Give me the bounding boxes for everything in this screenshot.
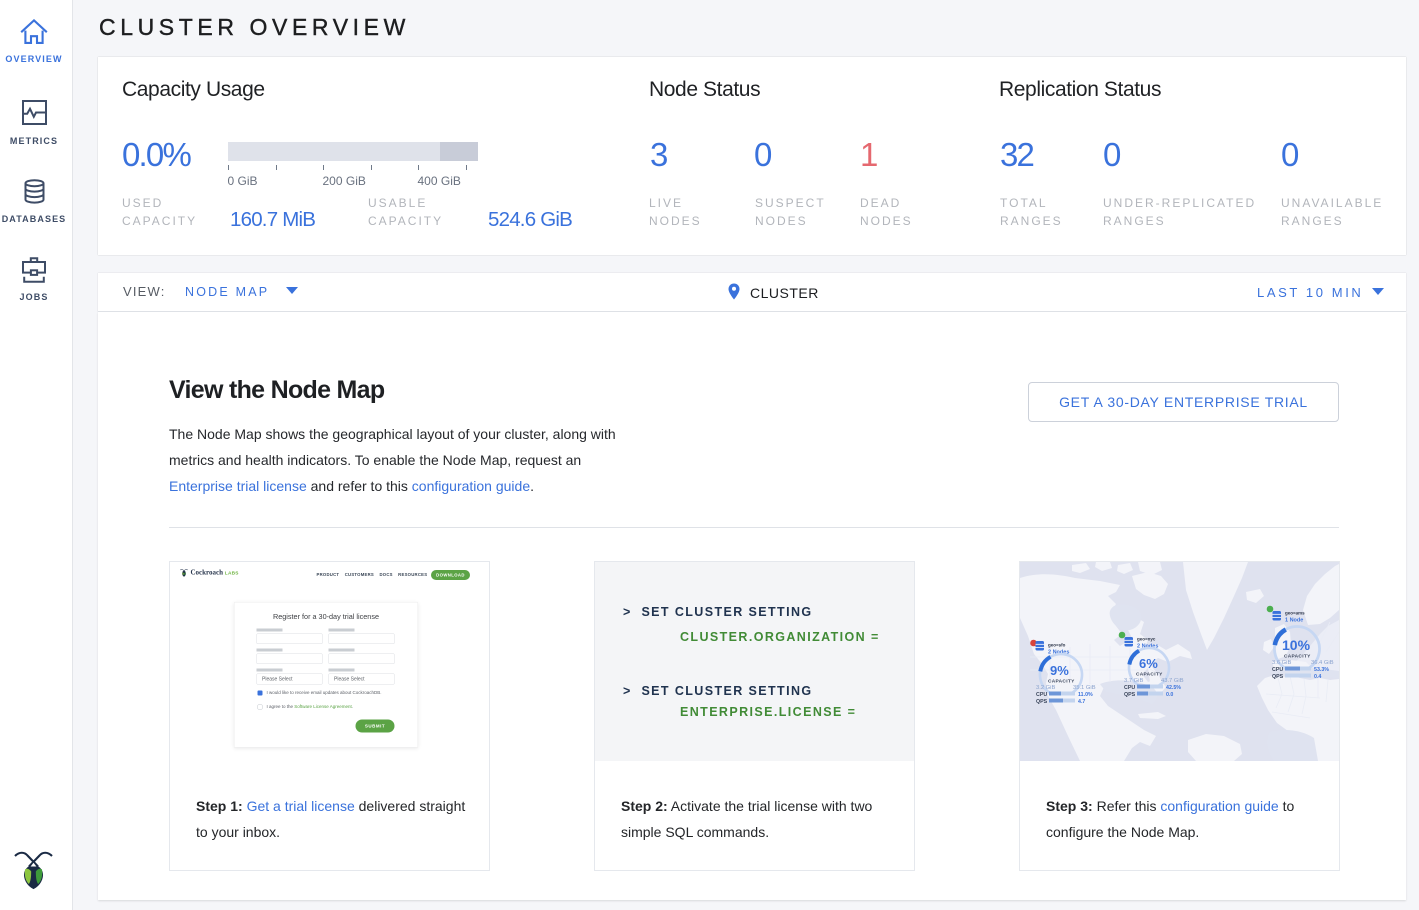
svg-text:0.0: 0.0 <box>1166 692 1173 698</box>
svg-text:geo=nyc: geo=nyc <box>1137 637 1156 642</box>
svg-text:6%: 6% <box>1139 656 1158 671</box>
svg-text:35.1 GiB: 35.1 GiB <box>1073 685 1096 691</box>
svg-text:QPS: QPS <box>1036 699 1048 705</box>
svg-text:43.7 GiB: 43.7 GiB <box>1161 678 1184 684</box>
svg-text:1 Node: 1 Node <box>1285 618 1303 624</box>
svg-text:0.4: 0.4 <box>1314 674 1321 680</box>
svg-text:CPU: CPU <box>1272 667 1283 673</box>
svg-text:3.7 GiB: 3.7 GiB <box>1124 678 1143 684</box>
svg-text:geo=sfo: geo=sfo <box>1048 643 1066 648</box>
svg-text:42.5%: 42.5% <box>1166 685 1181 691</box>
svg-text:QPS: QPS <box>1272 674 1284 680</box>
svg-text:CAPACITY: CAPACITY <box>1136 672 1163 678</box>
svg-text:CAPACITY: CAPACITY <box>1284 654 1311 660</box>
svg-text:4.7: 4.7 <box>1078 699 1085 705</box>
svg-text:3.2 GiB: 3.2 GiB <box>1036 685 1055 691</box>
svg-text:10%: 10% <box>1282 637 1311 653</box>
svg-text:CPU: CPU <box>1124 685 1135 691</box>
svg-text:11.0%: 11.0% <box>1078 692 1093 698</box>
svg-text:CPU: CPU <box>1036 692 1047 698</box>
svg-text:CAPACITY: CAPACITY <box>1048 679 1075 685</box>
svg-text:QPS: QPS <box>1124 692 1136 698</box>
svg-text:9%: 9% <box>1050 663 1069 678</box>
svg-text:36.4 GiB: 36.4 GiB <box>1311 660 1334 666</box>
svg-text:3.6 GiB: 3.6 GiB <box>1272 660 1291 666</box>
svg-text:geo=ams: geo=ams <box>1285 611 1305 616</box>
svg-text:53.3%: 53.3% <box>1314 667 1329 673</box>
